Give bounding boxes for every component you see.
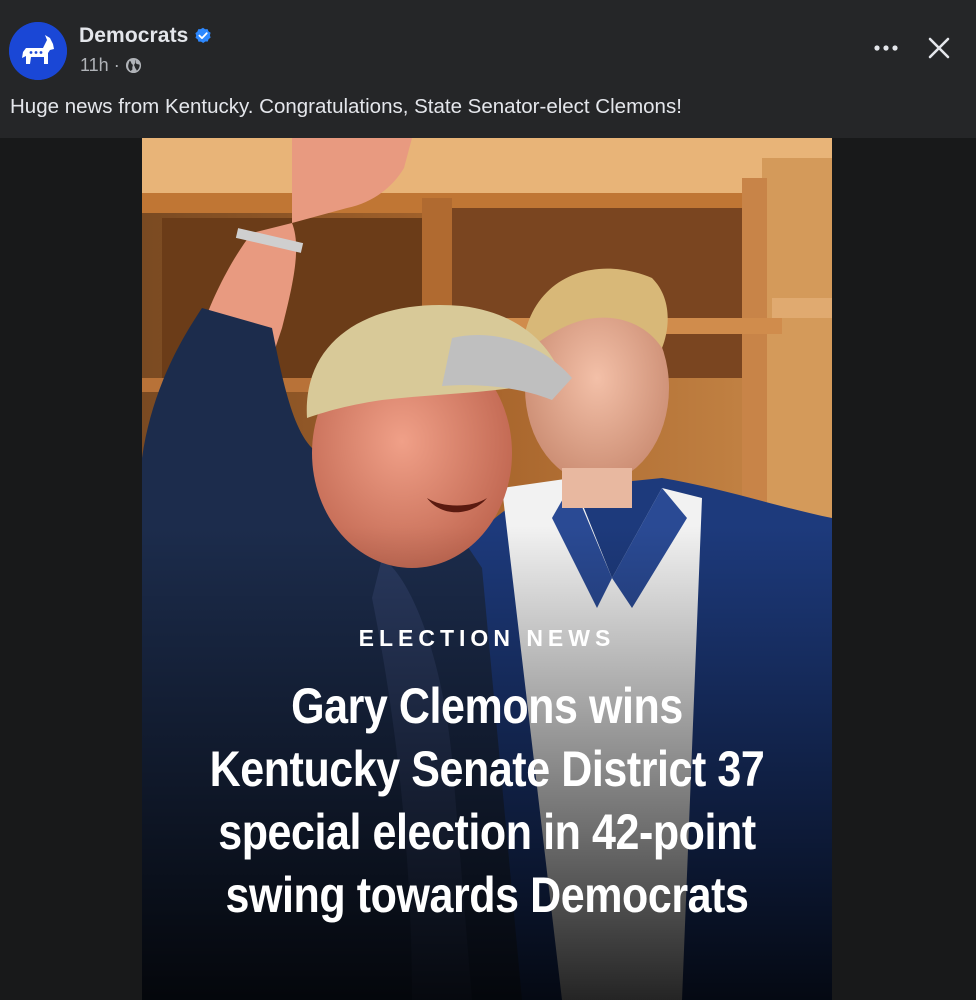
post-header: Democrats 11h · Huge news from Kentucky.…: [0, 0, 976, 138]
donkey-logo-icon: [9, 22, 67, 80]
image-kicker: ELECTION NEWS: [358, 625, 616, 651]
more-options-button[interactable]: [866, 34, 906, 62]
close-icon: [928, 37, 950, 59]
post-caption: Huge news from Kentucky. Congratulations…: [10, 95, 682, 118]
post-meta: 11h ·: [80, 55, 142, 76]
page-name[interactable]: Democrats: [79, 24, 188, 48]
globe-icon[interactable]: [125, 57, 142, 74]
post-timestamp[interactable]: 11h: [80, 55, 109, 76]
headline-line: Gary Clemons wins: [291, 678, 683, 734]
headline-line: Kentucky Senate District 37: [209, 741, 765, 797]
image-headline: Gary Clemons wins Kentucky Senate Distri…: [190, 675, 783, 927]
close-button[interactable]: [922, 31, 956, 65]
post-image[interactable]: ELECTION NEWS Gary Clemons wins Kentucky…: [142, 138, 832, 1000]
page-avatar[interactable]: [9, 22, 67, 80]
more-options-icon: [874, 45, 898, 51]
page-name-row: Democrats: [79, 23, 212, 49]
meta-separator: ·: [113, 55, 120, 75]
verified-badge-icon: [195, 27, 212, 43]
headline-line: special election in 42-point: [218, 804, 756, 860]
headline-line: swing towards Democrats: [225, 867, 749, 923]
